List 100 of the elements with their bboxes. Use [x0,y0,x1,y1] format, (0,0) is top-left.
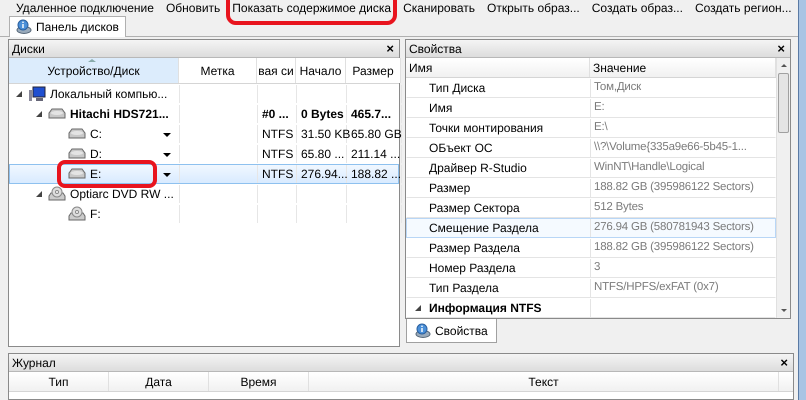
column-header[interactable]: Дата [109,372,209,391]
table-cell-text: NTFS [262,166,294,183]
column-header[interactable]: Имя [406,58,590,77]
property-name: Информация NTFS [429,300,542,317]
hard-drive-icon [68,128,86,140]
property-name: Размер Сектора [429,200,520,217]
sort-arrow-icon [88,59,96,62]
property-row[interactable]: Тип Раздела NTFS/HPFS/exFAT (0x7) [406,278,776,298]
device-name: F: [90,206,101,223]
table-cell-text: 65.80 GB [351,126,402,143]
expand-arrow-icon[interactable] [415,305,421,311]
property-row[interactable]: Имя E: [406,98,776,118]
property-value: 3 [594,260,600,276]
close-button[interactable]: × [775,42,787,54]
table-cell-text: 65.80 ... [301,146,344,163]
panel-tab[interactable]: Панель дисков [9,16,126,37]
dropdown-arrow-icon[interactable] [163,133,171,137]
property-value: 188.82 GB (395986122 Sectors) [594,180,754,196]
property-name: Размер Раздела [429,240,520,257]
tree-row[interactable]: E: NTFS 276.94... 188.82 ... [9,164,399,184]
property-row[interactable]: Смещение Раздела 276.94 GB (580781943 Sectors) [406,218,776,238]
property-value: 512 Bytes [594,200,644,216]
property-name: Размер [429,180,470,197]
scrollbar[interactable] [776,58,790,318]
device-name: Optiarc DVD RW ... [70,186,174,203]
panel-title: Свойства [409,40,462,58]
property-name: Имя [429,100,452,117]
table-cell-text: 188.82 ... [351,166,402,183]
property-name: Тип Раздела [429,280,499,297]
column-header[interactable]: вая си [257,58,296,83]
toolbar-button[interactable]: Сканировать [403,0,476,14]
property-row[interactable]: Точки монтирования E:\ [406,118,776,138]
property-value: 276.94 GB (580781943 Sectors) [594,220,754,236]
close-button[interactable]: × [384,42,396,54]
property-value: NTFS/HPFS/exFAT (0x7) [594,280,718,296]
tree-row[interactable]: Hitachi HDS721... #0 ... 0 Bytes 465.7... [9,104,399,124]
property-name: Тип Диска [429,80,486,97]
property-row[interactable]: Драйвер R-Studio WinNT\Handle\Logical [406,158,776,178]
expand-arrow-icon[interactable] [16,91,22,97]
disk-info-icon [16,19,32,35]
hard-drive-icon [68,148,86,160]
tree-row[interactable]: F: [9,204,399,224]
close-button[interactable]: × [778,356,790,368]
panel-title: Журнал [12,354,56,372]
table-cell-text: 276.94... [301,166,348,183]
hard-drive-icon [68,168,86,180]
dropdown-arrow-icon[interactable] [163,153,171,157]
property-row[interactable]: Тип Диска Том,Диск [406,78,776,98]
column-header[interactable]: Тип [9,372,109,391]
property-value: Том,Диск [594,80,642,96]
property-name: Смещение Раздела [429,220,539,237]
property-value: WinNT\Handle\Logical [594,160,704,176]
property-name: Точки монтирования [429,120,544,137]
table-cell-text: NTFS [262,146,294,163]
device-name: Локальный компью... [50,86,168,103]
property-value: \\?\Volume{335a9e66-5b45-1... [594,140,747,156]
tree-row[interactable]: C: NTFS 31.50 KB65.80 GB [9,124,399,144]
column-header[interactable]: Текст [309,372,779,391]
property-value: E: [594,100,604,116]
panel-title: Диски [12,40,45,58]
device-name: D: [90,146,102,163]
column-header[interactable]: Время [209,372,309,391]
panel-tab[interactable]: Свойства [406,319,497,343]
table-cell-text: #0 ... [262,106,289,123]
toolbar-button[interactable]: Открыть образ... [487,0,580,14]
expand-arrow-icon[interactable] [36,191,42,197]
optical-drive-icon [68,206,86,222]
table-cell-text: NTFS [262,126,294,143]
property-row[interactable]: Размер Раздела 188.82 GB (395986122 Sectors) [406,238,776,258]
tree-row[interactable]: Локальный компью... [9,84,399,104]
optical-drive-icon [48,186,66,202]
property-row[interactable]: ОБъект ОС \\?\Volume{335a9e66-5b45-1... [406,138,776,158]
computer-icon [28,86,46,102]
tree-row[interactable]: Optiarc DVD RW ... [9,184,399,204]
property-row[interactable]: Информация NTFS [406,298,776,318]
table-cell-text: 465.7... [351,106,392,123]
toolbar-button[interactable]: Создать регион... [694,0,792,14]
dropdown-arrow-icon[interactable] [163,173,171,177]
table-cell-text: 211.14 ... [351,146,400,163]
device-name: E: [90,166,102,183]
device-name: C: [90,126,102,143]
toolbar-button[interactable]: Удаленное подключение [16,0,154,14]
property-value: E:\ [594,120,608,136]
toolbar-button[interactable]: Создать образ... [592,0,683,14]
table-cell-text: 0 Bytes [301,106,344,123]
toolbar-button[interactable]: Обновить [166,0,220,14]
property-row[interactable]: Номер Раздела 3 [406,258,776,278]
property-name: ОБъект ОС [429,140,493,157]
tree-row[interactable]: D: NTFS 65.80 ... 211.14 ... [9,144,399,164]
expand-arrow-icon[interactable] [36,111,42,117]
column-header[interactable]: Устройство/Диск [9,58,179,83]
device-name: Hitachi HDS721... [70,106,169,123]
property-row[interactable]: Размер 188.82 GB (395986122 Sectors) [406,178,776,198]
property-name: Драйвер R-Studio [429,160,527,177]
property-value: 188.82 GB (395986122 Sectors) [594,240,754,256]
hard-drive-icon [48,108,66,120]
toolbar-button[interactable]: Показать содержимое диска [232,0,392,14]
property-name: Номер Раздела [429,260,516,277]
table-cell-text: 31.50 KB [301,126,350,143]
disk-info-icon [415,322,431,338]
